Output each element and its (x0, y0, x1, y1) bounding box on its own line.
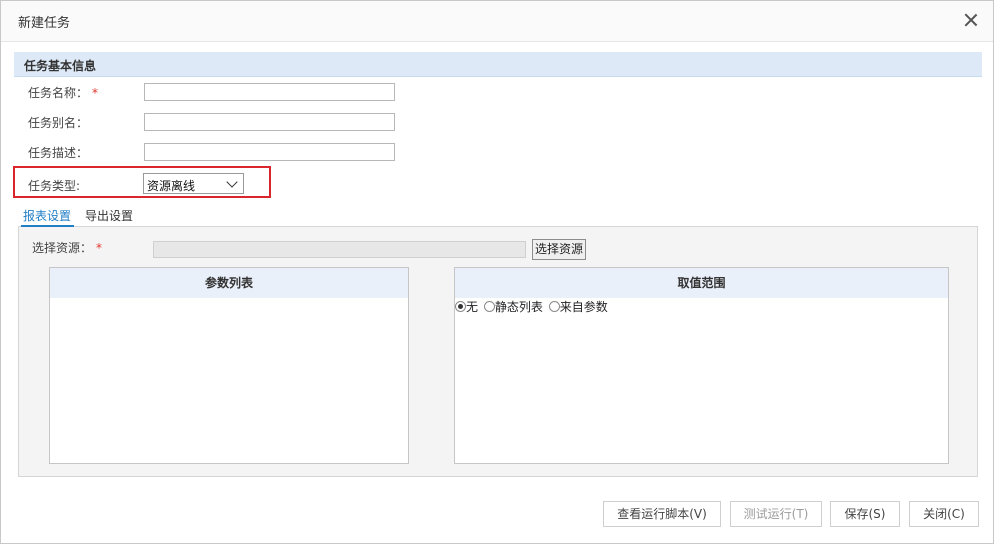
tab-report-settings[interactable]: 报表设置 (23, 207, 71, 224)
required-marker: * (92, 86, 99, 100)
radio-static-list[interactable] (483, 301, 495, 312)
parameter-list-grid: 参数列表 (49, 267, 409, 464)
basic-info-title: 任务基本信息 (24, 59, 97, 73)
radio-static-list-label: 静态列表 (494, 300, 543, 314)
radio-none[interactable] (455, 301, 466, 312)
required-marker: * (96, 241, 103, 255)
select-resource-button[interactable]: 选择资源 (532, 239, 586, 260)
task-name-label: 任务名称： * (28, 86, 99, 100)
close-icon[interactable] (962, 11, 980, 29)
new-task-dialog: 新建任务 任务基本信息 任务名称： * 任务别名： 任务描述： 任务类型: 资源离… (0, 0, 994, 544)
task-alias-input[interactable] (144, 113, 395, 131)
task-alias-label: 任务别名： (28, 116, 89, 130)
dialog-titlebar: 新建任务 (1, 1, 993, 42)
value-range-grid: 取值范围 无 静态列表 来自参数 (454, 267, 949, 464)
value-range-header: 取值范围 (455, 268, 948, 298)
parameter-list-header: 参数列表 (50, 268, 408, 298)
radio-from-parameter[interactable] (548, 301, 560, 312)
task-description-input[interactable] (144, 143, 395, 161)
task-type-select[interactable]: 资源离线 (143, 173, 244, 194)
value-range-radio-group: 无 静态列表 来自参数 (455, 298, 610, 316)
basic-info-header: 任务基本信息 (14, 52, 982, 77)
selected-resource-field (153, 241, 526, 258)
test-run-button[interactable]: 测试运行(T) (730, 501, 822, 527)
task-description-label: 任务描述： (28, 146, 89, 160)
task-name-input[interactable] (144, 83, 395, 101)
tab-export-settings[interactable]: 导出设置 (85, 207, 133, 224)
close-button[interactable]: 关闭(C) (909, 501, 979, 527)
task-type-label: 任务类型: (28, 179, 81, 193)
chevron-down-icon (226, 176, 238, 188)
save-button[interactable]: 保存(S) (830, 501, 900, 527)
view-run-script-button[interactable]: 查看运行脚本(V) (603, 501, 721, 527)
radio-none-label: 无 (466, 300, 479, 314)
dialog-title: 新建任务 (18, 16, 71, 31)
active-tab-indicator (21, 225, 74, 227)
task-type-value: 资源离线 (147, 179, 196, 193)
radio-from-parameter-label: 来自参数 (559, 300, 608, 314)
select-resource-label: 选择资源： * (32, 241, 103, 255)
